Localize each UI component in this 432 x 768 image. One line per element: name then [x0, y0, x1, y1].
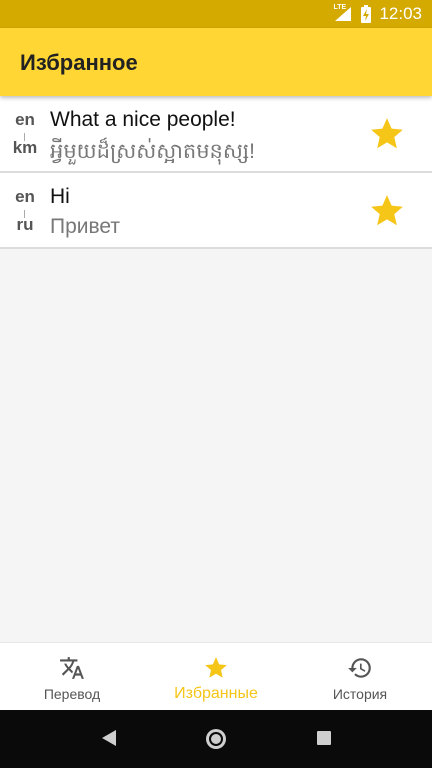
target-language: km	[12, 138, 38, 157]
translation-text: អ្វីមួយដ៏ស្រស់ស្អាតមនុស្ស!	[50, 140, 255, 163]
recents-icon[interactable]	[316, 730, 332, 751]
star-icon	[203, 655, 229, 681]
source-text: What a nice people!	[50, 108, 236, 131]
list-item[interactable]: en ru Hi Привет	[0, 173, 432, 249]
app-bar: Избранное	[0, 28, 432, 96]
nav-translate[interactable]: Перевод	[0, 643, 144, 710]
home-icon[interactable]	[204, 727, 228, 756]
target-language: ru	[16, 215, 34, 234]
language-pair: en km	[8, 96, 42, 171]
translation-text: Привет	[50, 215, 121, 238]
nav-history-label: История	[332, 686, 388, 702]
favorites-content[interactable]: en km What a nice people! អ្វីមួយដ៏ស្រស់…	[0, 96, 432, 642]
list-item[interactable]: en km What a nice people! អ្វីមួយដ៏ស្រស់…	[0, 96, 432, 173]
favorites-list: en km What a nice people! អ្វីមួយដ៏ស្រស់…	[0, 96, 432, 249]
page-title: Избранное	[20, 50, 138, 75]
star-icon[interactable]	[368, 115, 406, 153]
status-time: 12:03	[379, 4, 422, 23]
source-language: en	[15, 110, 35, 129]
system-navigation-bar	[0, 710, 432, 768]
nav-favorites-label: Избранные	[174, 685, 258, 702]
status-bar: LTE 12:03	[0, 0, 432, 28]
status-icons: LTE 12:03	[333, 0, 422, 28]
bottom-navigation: Перевод Избранные История	[0, 642, 432, 710]
source-text: Hi	[50, 185, 70, 208]
language-pair: en ru	[8, 173, 42, 247]
history-icon	[347, 655, 373, 681]
star-icon[interactable]	[368, 192, 406, 230]
source-language: en	[15, 187, 35, 206]
back-icon[interactable]	[100, 728, 118, 753]
nav-favorites[interactable]: Избранные	[144, 643, 288, 710]
battery-charging-icon	[361, 5, 372, 23]
translate-icon	[59, 655, 85, 681]
nav-translate-label: Перевод	[43, 686, 101, 702]
lte-signal-icon: LTE	[333, 4, 353, 24]
nav-history[interactable]: История	[288, 643, 432, 710]
